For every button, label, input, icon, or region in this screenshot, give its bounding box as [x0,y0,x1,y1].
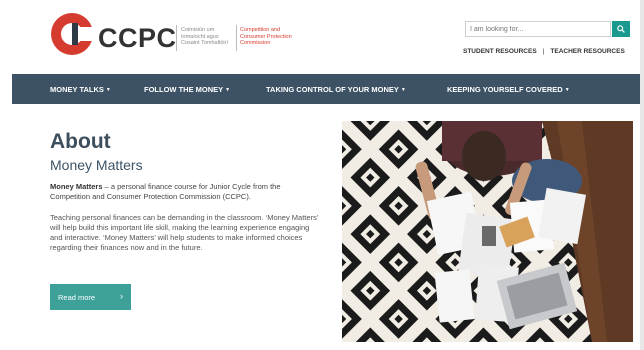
chevron-down-icon: ▼ [564,86,570,93]
chevron-down-icon: ▼ [225,86,231,93]
brand-name[interactable]: CCPC [98,23,177,53]
logo-divider [236,25,237,51]
site-header: CCPC Coimisiún um Iomaíocht agus Cosaint… [0,0,640,72]
intro-bold: Money Matters [50,182,103,191]
ccpc-logo-icon[interactable] [50,12,94,56]
window-edge [640,0,644,350]
search-button[interactable] [612,21,630,37]
logo-divider [176,25,177,51]
hero-photo [342,121,633,342]
nav-item-keeping-covered[interactable]: KEEPING YOURSELF COVERED ▼ [447,85,570,94]
chevron-right-icon: › [120,291,123,301]
read-more-button[interactable]: Read more › [50,284,131,310]
teacher-resources-link[interactable]: TEACHER RESOURCES [550,48,624,55]
nav-item-taking-control[interactable]: TAKING CONTROL OF YOUR MONEY ▼ [266,85,406,94]
resources-separator: | [542,48,545,55]
search-icon [617,25,625,33]
nav-item-follow-the-money[interactable]: FOLLOW THE MONEY ▼ [144,85,230,94]
nav-item-money-talks[interactable]: MONEY TALKS ▼ [50,85,111,94]
nav-item-label: MONEY TALKS [50,85,104,94]
intro-paragraph: Money Matters – a personal finance cours… [50,182,318,202]
student-resources-link[interactable]: STUDENT RESOURCES [463,48,537,55]
page-subtitle: Money Matters [50,157,143,173]
nav-item-label: KEEPING YOURSELF COVERED [447,85,563,94]
description-paragraph: Teaching personal finances can be demand… [50,213,319,252]
page-title: About [50,130,111,153]
nav-item-label: FOLLOW THE MONEY [144,85,224,94]
chevron-down-icon: ▼ [105,86,111,93]
main-navigation: MONEY TALKS ▼ FOLLOW THE MONEY ▼ TAKING … [12,74,640,104]
nav-item-label: TAKING CONTROL OF YOUR MONEY [266,85,399,94]
brand-subtitle-irish: Coimisiún um Iomaíocht agus Cosaint Tomh… [181,27,228,46]
search-input[interactable] [465,21,611,37]
read-more-label: Read more [58,292,96,302]
brand-subtitle-english: Competition and Consumer Protection Comm… [240,27,292,46]
resources-links: STUDENT RESOURCES | TEACHER RESOURCES [463,48,625,55]
chevron-down-icon: ▼ [400,86,406,93]
